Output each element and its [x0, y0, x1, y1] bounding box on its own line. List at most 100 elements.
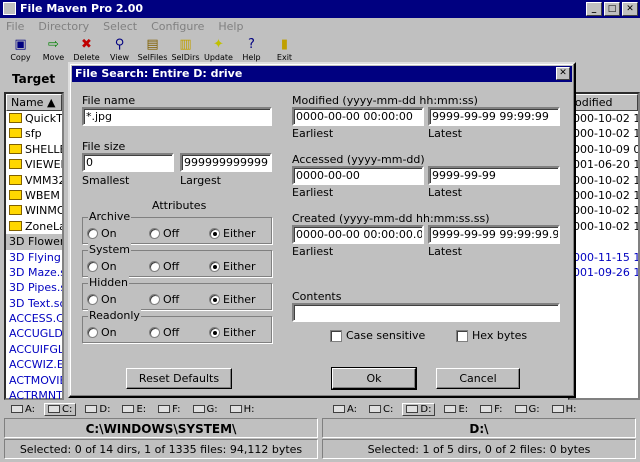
file-date-row[interactable]: 000-10-02 13	[570, 173, 638, 188]
file-list-row[interactable]: ACCUGLD	[6, 326, 62, 341]
radio-dot[interactable]	[87, 294, 98, 305]
size-max-input[interactable]: 999999999999	[180, 153, 272, 172]
copy-button[interactable]: ▣ Copy	[4, 36, 37, 66]
drive-button-c[interactable]: C:	[44, 402, 77, 416]
radio-system-off[interactable]: Off	[149, 260, 179, 273]
radio-dot[interactable]	[149, 294, 160, 305]
hex-bytes-checkbox[interactable]: Hex bytes	[456, 329, 527, 342]
radio-hidden-off[interactable]: Off	[149, 293, 179, 306]
radio-system-either[interactable]: Either	[209, 260, 256, 273]
case-sensitive-box[interactable]	[330, 329, 342, 342]
file-list-row[interactable]: ACTMOVIE	[6, 373, 62, 388]
file-date-row[interactable]: 000-10-02 13	[570, 203, 638, 218]
radio-readonly-off[interactable]: Off	[149, 326, 179, 339]
modified-column-header[interactable]: odified	[570, 94, 638, 111]
menu-directory[interactable]: Directory	[38, 18, 89, 36]
left-file-list[interactable]: Name ▲ QuickTisfpSHELLEVIEWERVMM32WBEMWI…	[4, 92, 64, 402]
modified-earliest-input[interactable]: 0000-00-00 00:00:00	[292, 107, 424, 126]
drive-button-d[interactable]: D:	[402, 402, 436, 416]
drive-button-e[interactable]: E:	[441, 404, 471, 415]
radio-dot[interactable]	[149, 261, 160, 272]
drive-button-g[interactable]: G:	[190, 404, 221, 415]
cancel-button[interactable]: Cancel	[436, 368, 520, 389]
file-date-row[interactable]	[570, 234, 638, 249]
file-date-row[interactable]: 000-10-09 08	[570, 142, 638, 157]
file-list-row[interactable]: ZoneLa	[6, 219, 62, 234]
file-date-row[interactable]: 000-10-02 13	[570, 219, 638, 234]
file-date-row[interactable]: 001-09-26 13	[570, 265, 638, 280]
file-list-row[interactable]: ACCUIFGL	[6, 342, 62, 357]
file-date-row[interactable]: 000-11-15 13	[570, 250, 638, 265]
file-date-row[interactable]: 000-10-02 13	[570, 126, 638, 141]
ok-button[interactable]: Ok	[331, 367, 417, 390]
case-sensitive-checkbox[interactable]: Case sensitive	[330, 329, 425, 342]
radio-system-on[interactable]: On	[87, 260, 117, 273]
file-list-row[interactable]: 3D Maze.s	[6, 265, 62, 280]
radio-readonly-on[interactable]: On	[87, 326, 117, 339]
created-latest-input[interactable]: 9999-99-99 99:99:99.99	[428, 225, 560, 244]
file-list-row[interactable]: ACCESS.C	[6, 311, 62, 326]
menu-help[interactable]: Help	[218, 18, 243, 36]
file-list-row[interactable]: 3D Text.sc	[6, 296, 62, 311]
drive-button-e[interactable]: E:	[119, 404, 149, 415]
file-list-row[interactable]: WINMO	[6, 203, 62, 218]
radio-readonly-either[interactable]: Either	[209, 326, 256, 339]
file-date-row[interactable]: 001-06-20 14	[570, 157, 638, 172]
minimize-button[interactable]: _	[586, 2, 602, 16]
file-list-row[interactable]: SHELLE	[6, 142, 62, 157]
dialog-close-icon[interactable]: ✕	[556, 67, 570, 80]
size-min-input[interactable]: 0	[82, 153, 174, 172]
maximize-button[interactable]: □	[604, 2, 620, 16]
file-name-input[interactable]: *.jpg	[82, 107, 272, 126]
menu-file[interactable]: File	[6, 18, 24, 36]
radio-dot[interactable]	[209, 261, 220, 272]
hex-bytes-box[interactable]	[456, 329, 468, 342]
radio-dot[interactable]	[209, 228, 220, 239]
menu-configure[interactable]: Configure	[151, 18, 204, 36]
close-button[interactable]: ✕	[622, 2, 638, 16]
radio-archive-either[interactable]: Either	[209, 227, 256, 240]
contents-input[interactable]	[292, 303, 560, 322]
file-list-row[interactable]: ACCWIZ.E	[6, 357, 62, 372]
right-file-list[interactable]: odified 000-10-02 13000-10-02 13000-10-0…	[568, 92, 640, 400]
drive-button-f[interactable]: F:	[477, 404, 505, 415]
drive-button-h[interactable]: H:	[227, 404, 258, 415]
right-path: D:\	[322, 418, 636, 438]
reset-defaults-button[interactable]: Reset Defaults	[126, 368, 232, 389]
file-list-row[interactable]: 3D Pipes.s	[6, 280, 62, 295]
file-list-row[interactable]: QuickTi	[6, 111, 62, 126]
move-button[interactable]: ⇨ Move	[37, 36, 70, 66]
modified-latest-input[interactable]: 9999-99-99 99:99:99	[428, 107, 560, 126]
file-list-row[interactable]: VMM32	[6, 173, 62, 188]
radio-dot[interactable]	[87, 228, 98, 239]
radio-archive-on[interactable]: On	[87, 227, 117, 240]
radio-hidden-on[interactable]: On	[87, 293, 117, 306]
file-list-row[interactable]: VIEWER	[6, 157, 62, 172]
file-list-row[interactable]: 3D Flying O	[6, 250, 62, 265]
radio-dot[interactable]	[149, 228, 160, 239]
radio-dot[interactable]	[209, 294, 220, 305]
drive-button-f[interactable]: F:	[155, 404, 183, 415]
file-date-row[interactable]: 000-10-02 13	[570, 111, 638, 126]
file-list-row[interactable]: WBEM	[6, 188, 62, 203]
radio-dot[interactable]	[149, 327, 160, 338]
drive-button-a[interactable]: A:	[8, 404, 38, 415]
radio-dot[interactable]	[87, 327, 98, 338]
name-column-header[interactable]: Name ▲	[6, 94, 62, 111]
radio-dot[interactable]	[87, 261, 98, 272]
drive-button-c[interactable]: C:	[366, 404, 396, 415]
radio-hidden-either[interactable]: Either	[209, 293, 256, 306]
drive-button-a[interactable]: A:	[330, 404, 360, 415]
created-earliest-input[interactable]: 0000-00-00 00:00:00.00	[292, 225, 424, 244]
file-date-row[interactable]: 000-10-02 13	[570, 188, 638, 203]
file-list-row[interactable]: 3D Flower	[6, 234, 62, 250]
drive-button-d[interactable]: D:	[82, 404, 113, 415]
drive-button-g[interactable]: G:	[512, 404, 543, 415]
accessed-earliest-input[interactable]: 0000-00-00	[292, 166, 424, 185]
accessed-latest-input[interactable]: 9999-99-99	[428, 166, 560, 185]
file-list-row[interactable]: sfp	[6, 126, 62, 141]
radio-dot[interactable]	[209, 327, 220, 338]
menu-select[interactable]: Select	[103, 18, 137, 36]
drive-button-h[interactable]: H:	[549, 404, 580, 415]
radio-archive-off[interactable]: Off	[149, 227, 179, 240]
